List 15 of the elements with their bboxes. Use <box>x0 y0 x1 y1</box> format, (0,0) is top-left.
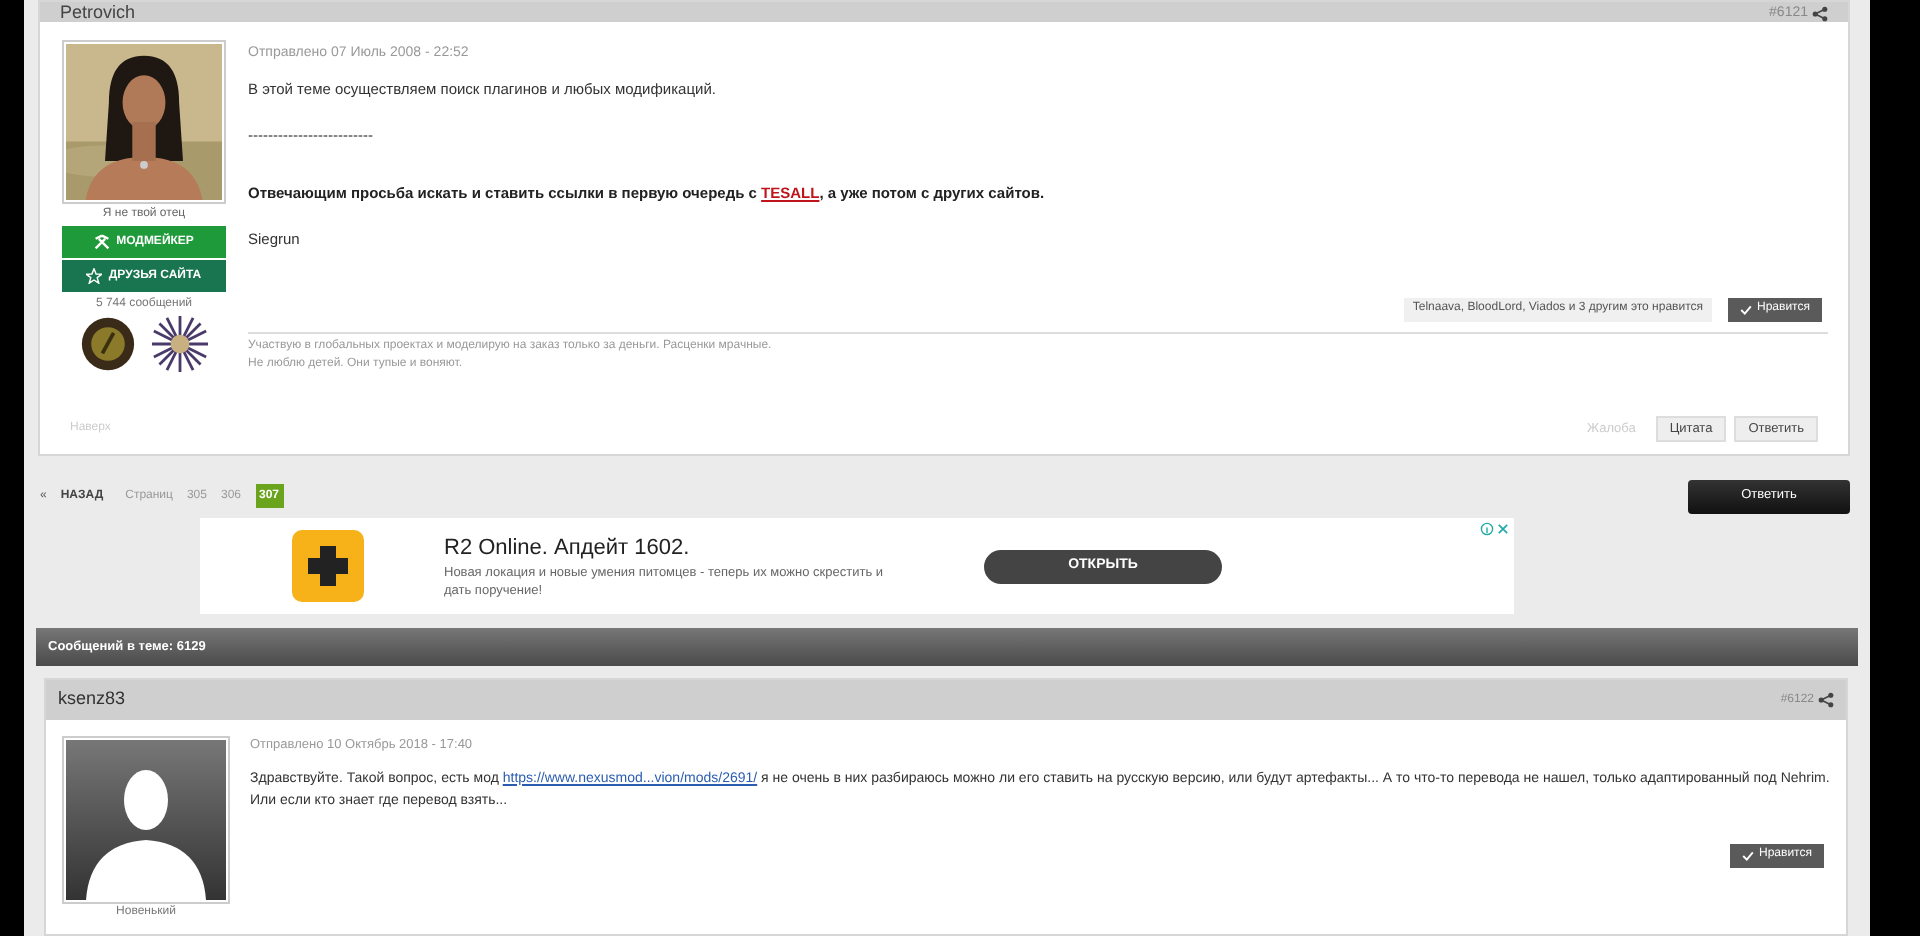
hammers-icon <box>94 234 111 250</box>
gamepad-icon <box>292 530 364 602</box>
author-name[interactable]: Petrovich <box>60 4 136 22</box>
info-icon[interactable] <box>1480 522 1494 536</box>
check-icon <box>1739 303 1752 315</box>
share-icon[interactable] <box>1818 692 1834 708</box>
check-icon <box>1741 849 1754 862</box>
ad-title: R2 Online. Апдейт 1602. <box>444 533 692 564</box>
close-icon[interactable] <box>1496 522 1510 536</box>
share-icon[interactable] <box>1812 6 1828 22</box>
medal-icon <box>80 316 136 372</box>
author-name[interactable]: ksenz83 <box>58 686 126 714</box>
star-medal-icon <box>152 316 208 372</box>
star-icon <box>86 268 103 284</box>
avatar-icon <box>66 740 226 900</box>
